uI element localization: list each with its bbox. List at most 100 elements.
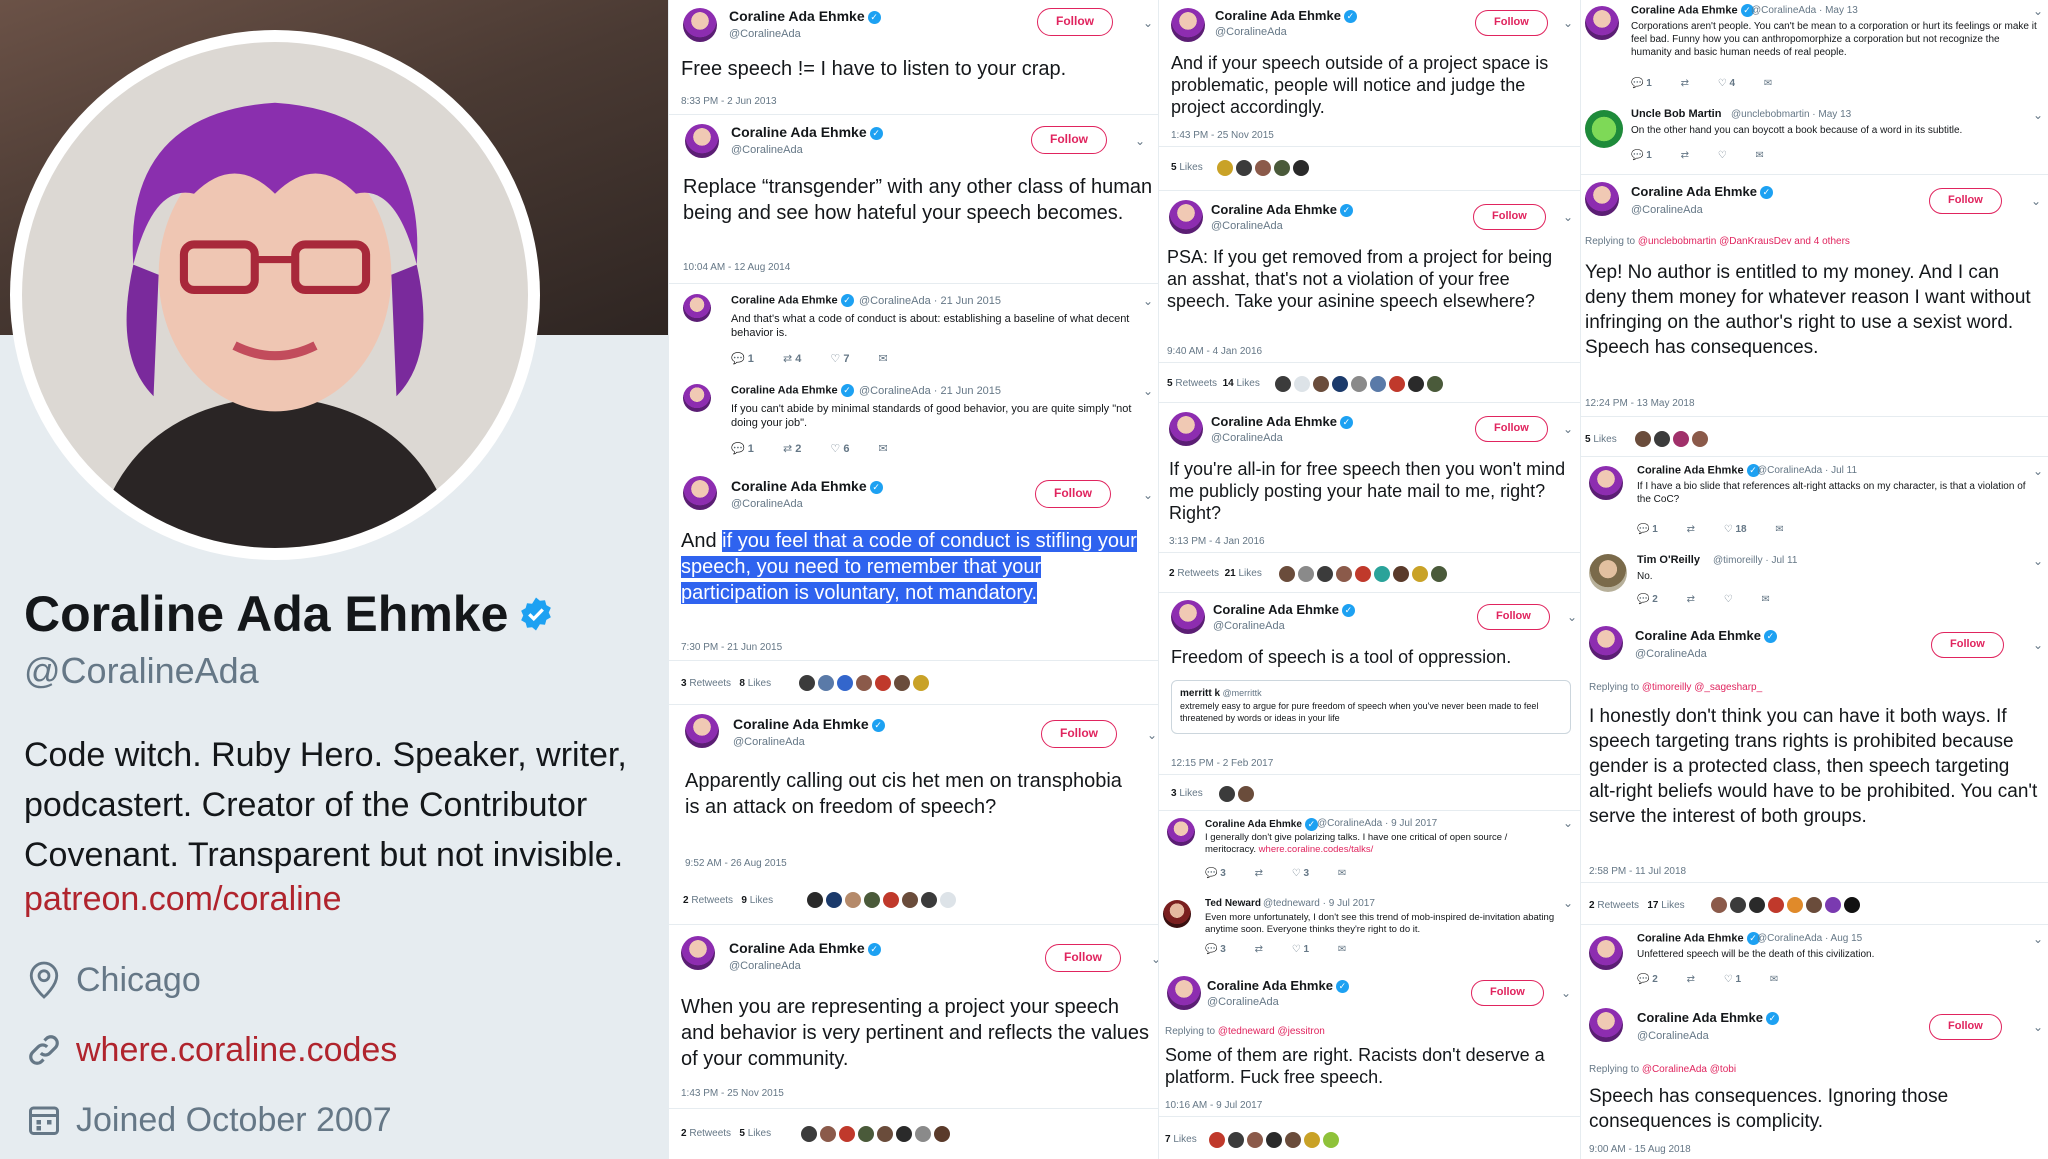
chevron-down-icon[interactable]: ⌄ (1143, 488, 1153, 502)
liker-avatars[interactable] (807, 892, 956, 908)
follow-button[interactable]: Follow (1929, 188, 2002, 214)
avatar[interactable] (1171, 8, 1205, 42)
reply-icon[interactable]: 💬 1 (731, 353, 754, 365)
like-icon[interactable]: ♡ 1 (1724, 974, 1741, 985)
avatar[interactable] (681, 936, 715, 970)
mail-icon[interactable]: ✉ (1764, 78, 1772, 89)
chevron-down-icon[interactable]: ⌄ (2033, 108, 2043, 122)
tweet-time[interactable]: 8:33 PM - 2 Jun 2013 (681, 96, 777, 107)
retweet-icon[interactable]: ⇄ (1255, 868, 1263, 879)
avatar[interactable] (1585, 182, 1619, 216)
retweet-icon[interactable]: ⇄ (1681, 150, 1689, 161)
replying-to-handles[interactable]: @tedneward @jessitron (1218, 1026, 1325, 1037)
tweet-time[interactable]: 12:15 PM - 2 Feb 2017 (1171, 758, 1273, 769)
tweet-time[interactable]: 9:40 AM - 4 Jan 2016 (1167, 346, 1262, 357)
chevron-down-icon[interactable]: ⌄ (1563, 896, 1573, 910)
retweet-icon[interactable]: ⇄ (1687, 974, 1695, 985)
mail-icon[interactable]: ✉ (1756, 150, 1764, 161)
tweet[interactable]: Coraline Ada Ehmke ✓ @CoralineAda Follow … (669, 118, 1158, 283)
tweet-time[interactable]: 9:52 AM - 26 Aug 2015 (685, 858, 787, 869)
avatar[interactable] (685, 124, 719, 158)
replying-to-handles[interactable]: @unclebobmartin @DanKrausDev and 4 other… (1638, 236, 1850, 247)
chevron-down-icon[interactable]: ⌄ (1561, 986, 1571, 1000)
tweet-time[interactable]: 2:58 PM - 11 Jul 2018 (1589, 866, 1686, 877)
avatar[interactable] (1589, 554, 1627, 592)
liker-avatars[interactable] (1219, 786, 1254, 802)
reply-icon[interactable]: 💬 2 (1637, 594, 1658, 605)
tweet[interactable]: Coraline Ada Ehmke ✓ @CoralineAda · 21 Ju… (669, 288, 1158, 374)
follow-button[interactable]: Follow (1471, 980, 1544, 1006)
tweet[interactable]: Coraline Ada Ehmke ✓ @CoralineAda Follow … (1581, 620, 2048, 920)
website-link[interactable]: where.coraline.codes (76, 1031, 397, 1070)
retweet-icon[interactable]: ⇄ 2 (783, 443, 801, 455)
chevron-down-icon[interactable]: ⌄ (2033, 464, 2043, 478)
tweet[interactable]: Coraline Ada Ehmke ✓ @CoralineAda Follow … (1159, 406, 1580, 590)
tweet[interactable]: Coraline Ada Ehmke ✓ @CoralineAda Follow … (1159, 972, 1580, 1159)
tweet-time[interactable]: 9:00 AM - 15 Aug 2018 (1589, 1144, 1691, 1155)
talks-link[interactable]: where.coraline.codes/talks/ (1259, 844, 1374, 855)
reply-icon[interactable]: 💬 1 (1631, 78, 1652, 89)
like-icon[interactable]: ♡ 7 (830, 353, 849, 365)
liker-avatars[interactable] (1635, 431, 1708, 447)
tweet-time[interactable]: 7:30 PM - 21 Jun 2015 (681, 642, 782, 653)
follow-button[interactable]: Follow (1031, 126, 1107, 154)
retweet-icon[interactable]: ⇄ (1255, 944, 1263, 955)
tweet[interactable]: Ted Neward @tedneward · 9 Jul 2017 ⌄ Eve… (1159, 894, 1580, 970)
mail-icon[interactable]: ✉ (879, 443, 888, 455)
tweet[interactable]: Uncle Bob Martin @unclebobmartin · May 1… (1581, 104, 2048, 170)
tweet[interactable]: Coraline Ada Ehmke ✓ @CoralineAda Follow … (669, 708, 1158, 906)
follow-button[interactable]: Follow (1477, 604, 1550, 630)
tweet[interactable]: Coraline Ada Ehmke ✓ @CoralineAda · Aug 1… (1581, 930, 2048, 998)
retweet-icon[interactable]: ⇄ (1687, 594, 1695, 605)
tweet[interactable]: Coraline Ada Ehmke ✓ @CoralineAda Follow … (1159, 0, 1580, 190)
avatar[interactable] (683, 476, 717, 510)
avatar[interactable] (1589, 466, 1623, 500)
tweet[interactable]: Tim O'Reilly @timoreilly · Jul 11 ⌄ No. … (1581, 550, 2048, 616)
chevron-down-icon[interactable]: ⌄ (1143, 16, 1153, 30)
mail-icon[interactable]: ✉ (1338, 944, 1346, 955)
tweet-time[interactable]: 3:13 PM - 4 Jan 2016 (1169, 536, 1265, 547)
follow-button[interactable]: Follow (1045, 944, 1121, 972)
chevron-down-icon[interactable]: ⌄ (1143, 384, 1153, 398)
tweet-time[interactable]: 12:24 PM - 13 May 2018 (1585, 398, 1695, 409)
chevron-down-icon[interactable]: ⌄ (2033, 4, 2043, 18)
tweet-time[interactable]: 10:16 AM - 9 Jul 2017 (1165, 1100, 1262, 1111)
follow-button[interactable]: Follow (1931, 632, 2004, 658)
chevron-down-icon[interactable]: ⌄ (2033, 1020, 2043, 1034)
liker-avatars[interactable] (1217, 160, 1309, 176)
chevron-down-icon[interactable]: ⌄ (1563, 422, 1573, 436)
avatar[interactable] (683, 8, 717, 42)
chevron-down-icon[interactable]: ⌄ (2031, 194, 2041, 208)
replying-to-handles[interactable]: @timoreilly @_sagesharp_ (1642, 682, 1762, 693)
tweet[interactable]: Coraline Ada Ehmke ✓ @CoralineAda Follow … (1581, 1002, 2048, 1159)
like-icon[interactable]: ♡ (1718, 150, 1727, 161)
reply-icon[interactable]: 💬 3 (1205, 944, 1226, 955)
like-icon[interactable]: ♡ 4 (1718, 78, 1735, 89)
retweet-icon[interactable]: ⇄ (1687, 524, 1695, 535)
avatar[interactable] (1589, 1008, 1623, 1042)
tweet[interactable]: Coraline Ada Ehmke ✓ @CoralineAda · Jul 1… (1581, 460, 2048, 550)
reply-icon[interactable]: 💬 3 (1205, 868, 1226, 879)
reply-icon[interactable]: 💬 1 (1637, 524, 1658, 535)
chevron-down-icon[interactable]: ⌄ (1563, 16, 1573, 30)
liker-avatars[interactable] (1209, 1132, 1339, 1148)
follow-button[interactable]: Follow (1929, 1014, 2002, 1040)
avatar[interactable] (1167, 818, 1195, 846)
avatar[interactable] (1171, 600, 1205, 634)
follow-button[interactable]: Follow (1475, 416, 1548, 442)
chevron-down-icon[interactable]: ⌄ (1151, 952, 1158, 966)
chevron-down-icon[interactable]: ⌄ (1147, 728, 1157, 742)
avatar[interactable] (1585, 110, 1623, 148)
liker-avatars[interactable] (801, 1126, 950, 1142)
profile-bio-link[interactable]: patreon.com/coraline (24, 880, 342, 919)
tweet[interactable]: Coraline Ada Ehmke ✓ @CoralineAda Follow … (1159, 596, 1580, 806)
avatar[interactable] (1167, 976, 1201, 1010)
mail-icon[interactable]: ✉ (1775, 524, 1783, 535)
chevron-down-icon[interactable]: ⌄ (1563, 210, 1573, 224)
avatar[interactable] (1585, 6, 1619, 40)
profile-website[interactable]: where.coraline.codes (24, 1030, 397, 1070)
liker-avatars[interactable] (1275, 376, 1443, 392)
avatar[interactable] (685, 714, 719, 748)
mail-icon[interactable]: ✉ (1762, 594, 1770, 605)
reply-icon[interactable]: 💬 1 (731, 443, 754, 455)
